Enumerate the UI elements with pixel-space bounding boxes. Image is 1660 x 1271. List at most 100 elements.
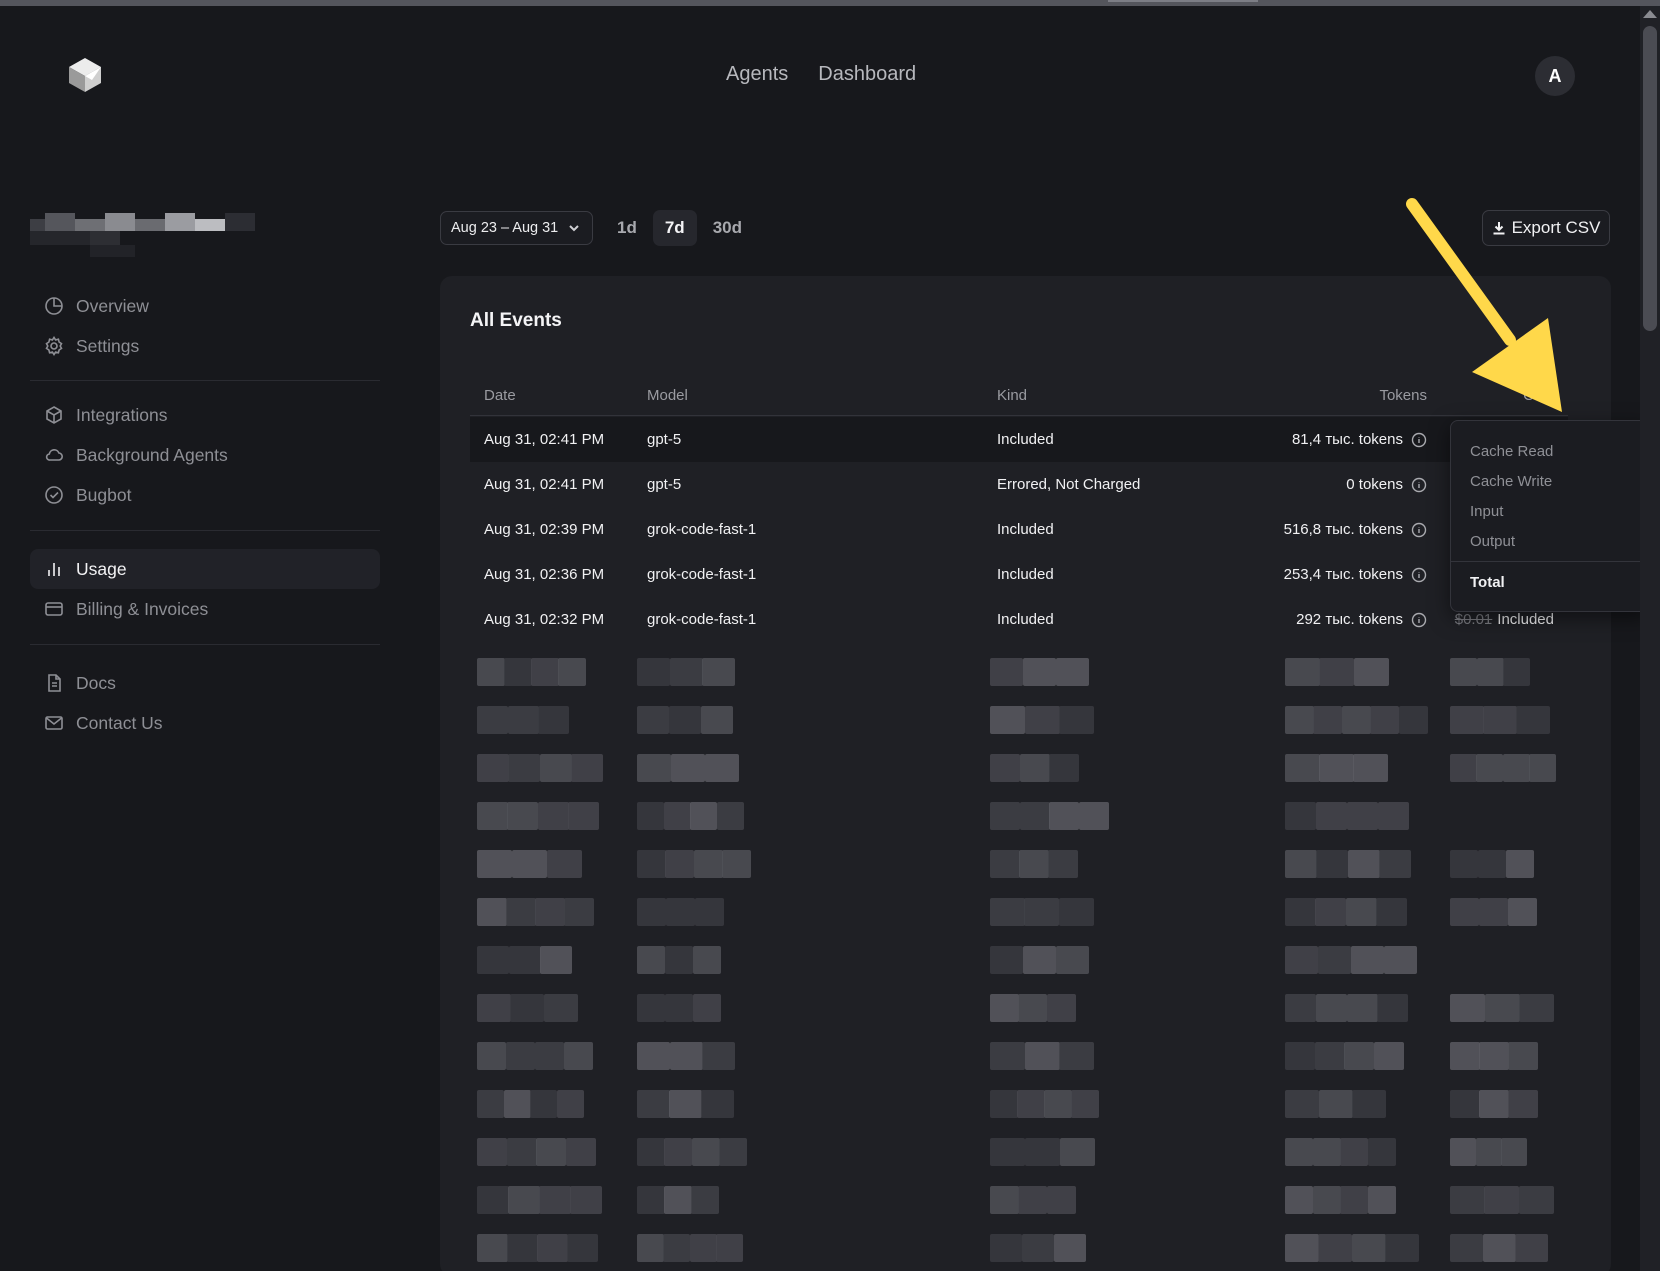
redacted-block [990, 946, 1023, 974]
redacted-row [470, 984, 1568, 1032]
redacted-block [1515, 1234, 1549, 1262]
redacted-block [477, 850, 512, 878]
redacted-block [1518, 1186, 1554, 1214]
table-row[interactable]: Aug 31, 02:41 PM gpt-5 Included 81,4 тыс… [470, 417, 1568, 462]
col-model[interactable]: Model [647, 376, 688, 416]
sidebar-item-bugbot[interactable]: Bugbot [30, 475, 380, 515]
nav-agents[interactable]: Agents [726, 63, 788, 86]
redacted-block [669, 1090, 703, 1118]
sidebar-item-docs[interactable]: Docs [30, 663, 380, 703]
sidebar-item-usage[interactable]: Usage [30, 549, 380, 589]
tokens-value: 516,8 тыс. tokens [1283, 521, 1403, 538]
redacted-block [670, 754, 705, 782]
sidebar-item-integrations[interactable]: Integrations [30, 395, 380, 435]
redacted-block [539, 754, 572, 782]
col-date[interactable]: Date [484, 376, 516, 416]
sidebar-item-contact[interactable]: Contact Us [30, 703, 380, 743]
redacted-block [692, 946, 721, 974]
redacted-block [1024, 1138, 1060, 1166]
redacted-block [570, 1186, 603, 1214]
cell-kind: Included [997, 521, 1054, 538]
redacted-block [702, 1042, 736, 1070]
redacted-block [1285, 850, 1317, 878]
redacted-block [538, 706, 569, 734]
sidebar-item-billing[interactable]: Billing & Invoices [30, 589, 380, 629]
redacted-block [693, 850, 723, 878]
redacted-block [477, 1138, 507, 1166]
cube-icon [46, 406, 62, 424]
redacted-block [1450, 850, 1478, 878]
redacted-block [1022, 946, 1056, 974]
redacted-block [558, 658, 587, 686]
redacted-block [1450, 1090, 1480, 1118]
redacted-block [1312, 1186, 1341, 1214]
cube-logo-icon[interactable] [66, 56, 104, 94]
redacted-block [565, 1138, 596, 1166]
redacted-block [1377, 994, 1409, 1022]
redacted-block [564, 898, 595, 926]
sidebar-item-overview[interactable]: Overview [30, 286, 380, 326]
range-7d[interactable]: 7d [652, 210, 697, 246]
sidebar-item-label: Bugbot [76, 484, 132, 505]
redacted-block [1374, 1042, 1405, 1070]
table-row[interactable]: Aug 31, 02:41 PM gpt-5 Errored, Not Char… [470, 462, 1568, 507]
redacted-block [1367, 1186, 1396, 1214]
redacted-block [694, 898, 724, 926]
info-icon[interactable] [1411, 432, 1427, 448]
redacted-block [510, 994, 545, 1022]
redacted-block [540, 946, 573, 974]
redacted-block [1529, 754, 1557, 782]
browser-top-strip [0, 0, 1660, 6]
redacted-block [1483, 706, 1518, 734]
redacted-row [470, 888, 1568, 936]
redacted-block [637, 706, 669, 734]
redacted-block [1059, 706, 1095, 734]
redacted-block [1345, 898, 1377, 926]
cell-kind: Included [997, 566, 1054, 583]
redacted-block [1502, 754, 1530, 782]
redacted-block [1055, 946, 1089, 974]
redacted-block [477, 1234, 508, 1262]
tokens-value: 292 тыс. tokens [1296, 611, 1403, 628]
redacted-block [1475, 1138, 1502, 1166]
export-csv-button[interactable]: Export CSV [1482, 210, 1610, 246]
redacted-block [567, 1234, 599, 1262]
col-tokens[interactable]: Tokens [1379, 376, 1427, 416]
sidebar-item-background-agents[interactable]: Background Agents [30, 435, 380, 475]
nav-dashboard[interactable]: Dashboard [818, 63, 916, 86]
date-range-picker[interactable]: Aug 23 – Aug 31 [440, 211, 593, 245]
table-row[interactable]: Aug 31, 02:32 PM grok-code-fast-1 Includ… [470, 597, 1568, 642]
sidebar-item-label: Docs [76, 672, 116, 693]
col-kind[interactable]: Kind [997, 376, 1027, 416]
info-icon[interactable] [1411, 477, 1427, 493]
redacted-block [1450, 706, 1484, 734]
info-icon[interactable] [1411, 612, 1427, 628]
info-icon[interactable] [1411, 567, 1427, 583]
redacted-block [1079, 802, 1110, 830]
table-row[interactable]: Aug 31, 02:39 PM grok-code-fast-1 Includ… [470, 507, 1568, 552]
redacted-block [1450, 898, 1479, 926]
info-icon[interactable] [1411, 522, 1427, 538]
redacted-block [637, 1234, 664, 1262]
avatar[interactable]: A [1535, 56, 1575, 96]
table-row[interactable]: Aug 31, 02:36 PM grok-code-fast-1 Includ… [470, 552, 1568, 597]
redacted-block [1347, 850, 1380, 878]
col-cost[interactable]: Cost [1523, 376, 1554, 416]
redacted-block [637, 1090, 670, 1118]
redacted-row [470, 744, 1568, 792]
redacted-block [1019, 850, 1050, 878]
redacted-block [477, 658, 505, 686]
cost-value: Included [1497, 611, 1554, 628]
scrollbar-thumb[interactable] [1643, 26, 1657, 331]
range-30d[interactable]: 30d [701, 210, 754, 246]
redacted-block [1352, 1090, 1387, 1118]
sidebar-item-settings[interactable]: Settings [30, 326, 380, 366]
scroll-up-arrow[interactable] [1643, 10, 1657, 18]
redacted-block [568, 802, 600, 830]
redacted-block [665, 898, 695, 926]
redacted-block [477, 994, 511, 1022]
redacted-block [508, 946, 541, 974]
redacted-block [1313, 706, 1343, 734]
range-1d[interactable]: 1d [605, 210, 649, 246]
cell-kind: Errored, Not Charged [997, 476, 1141, 493]
